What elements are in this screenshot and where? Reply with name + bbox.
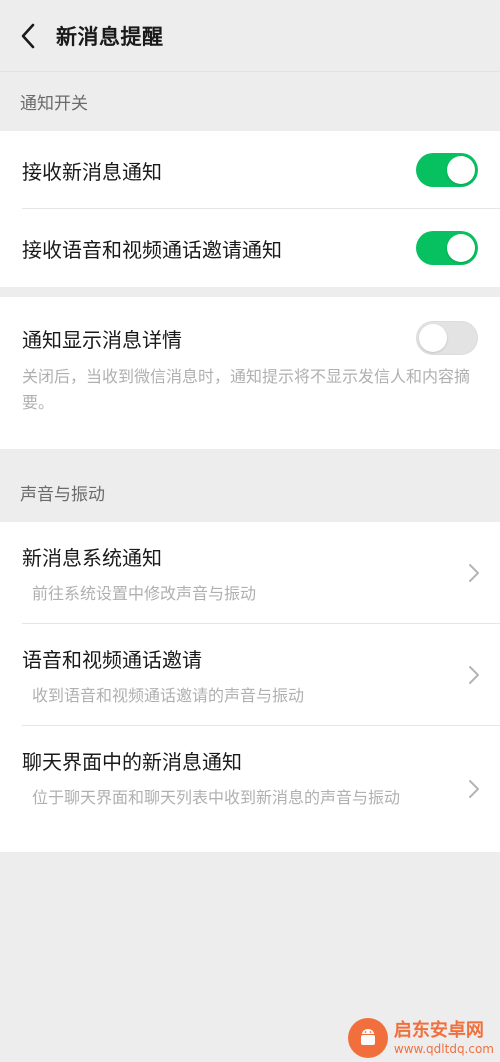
receive-call-invites-toggle[interactable] — [416, 231, 478, 265]
row-system-notification[interactable]: 新消息系统通知 前往系统设置中修改声音与振动 — [0, 522, 500, 624]
watermark: 启东安卓网 www.qdltdq.com — [347, 1018, 494, 1058]
section-label-sound-vibration: 声音与振动 — [20, 485, 105, 505]
toggle-knob — [447, 234, 475, 262]
row-subtitle: 收到语音和视频通话邀请的声音与振动 — [32, 686, 305, 705]
row-title: 新消息系统通知 — [22, 546, 162, 570]
row-label: 通知显示消息详情 — [22, 327, 182, 352]
watermark-logo-icon — [347, 1018, 388, 1058]
row-receive-call-invites: 接收语音和视频通话邀请通知 — [0, 209, 500, 287]
toggle-knob — [419, 324, 447, 352]
watermark-name: 启东安卓网 — [393, 1020, 484, 1041]
watermark-url: www.qdltdq.com — [393, 1042, 494, 1056]
receive-new-messages-toggle[interactable] — [416, 153, 478, 187]
row-receive-new-messages: 接收新消息通知 — [0, 131, 500, 209]
page-title: 新消息提醒 — [56, 24, 164, 49]
row-subtitle: 位于聊天界面和聊天列表中收到新消息的声音与振动 — [32, 788, 401, 807]
row-call-invite-sound[interactable]: 语音和视频通话邀请 收到语音和视频通话邀请的声音与振动 — [0, 624, 500, 726]
row-title: 语音和视频通话邀请 — [22, 648, 202, 672]
row-chat-new-message[interactable]: 聊天界面中的新消息通知 位于聊天界面和聊天列表中收到新消息的声音与振动 — [0, 726, 500, 852]
android-icon — [360, 1029, 375, 1045]
notify-switch-group: 接收新消息通知 接收语音和视频通话邀请通知 — [0, 131, 500, 287]
detail-group: 通知显示消息详情 关闭后，当收到微信消息时，通知提示将不显示发信人和内容摘要。 — [0, 297, 500, 449]
watermark-text: 启东安卓网 www.qdltdq.com — [394, 1020, 494, 1056]
toggle-knob — [447, 156, 475, 184]
row-subtitle: 前往系统设置中修改声音与振动 — [32, 584, 257, 603]
back-button[interactable] — [0, 0, 56, 72]
back-arrow-icon — [21, 23, 35, 48]
row-title: 聊天界面中的新消息通知 — [22, 750, 242, 774]
chevron-right-icon — [469, 780, 479, 798]
show-detail-toggle[interactable] — [416, 321, 478, 355]
chevron-right-icon — [469, 666, 479, 684]
row-label: 接收语音和视频通话邀请通知 — [22, 237, 282, 262]
row-show-detail: 通知显示消息详情 — [22, 319, 478, 357]
row-label: 接收新消息通知 — [22, 159, 162, 184]
chevron-right-icon — [469, 564, 479, 582]
sound-vibration-group: 新消息系统通知 前往系统设置中修改声音与振动 语音和视频通话邀请 收到语音和视频… — [0, 522, 500, 852]
show-detail-description: 关闭后，当收到微信消息时，通知提示将不显示发信人和内容摘要。 — [22, 367, 471, 412]
top-bar: 新消息提醒 — [0, 0, 500, 72]
section-label-notify-switch: 通知开关 — [20, 94, 88, 114]
